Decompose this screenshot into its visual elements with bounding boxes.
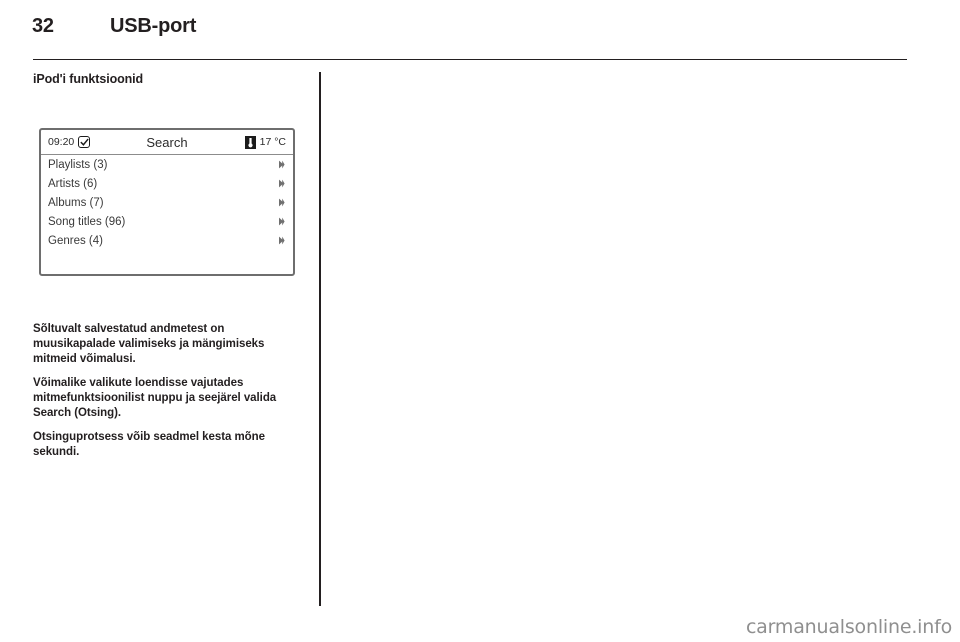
section-heading: iPod'i funktsioonid bbox=[33, 72, 144, 86]
menu-item-label: Genres (4) bbox=[48, 234, 103, 247]
body-paragraph-2: Võimalike valikute loendisse vajutades m… bbox=[33, 377, 277, 419]
body-paragraph-1: Sõltuvalt salvestatud andmetest on muusi… bbox=[33, 323, 265, 365]
column-divider bbox=[319, 72, 321, 606]
page-number: 32 bbox=[32, 15, 54, 37]
body-paragraph-3: Otsinguprotsess võib seadmel kesta mõne … bbox=[33, 431, 265, 458]
menu-item-label: Song titles (96) bbox=[48, 215, 126, 228]
chevron-right-icon bbox=[278, 179, 285, 188]
chevron-right-icon bbox=[278, 217, 285, 226]
device-status-bar: 09:20 Search 17 °C bbox=[41, 130, 293, 155]
page-header: 32 USB-port bbox=[0, 0, 960, 60]
chevron-right-icon bbox=[278, 160, 285, 169]
left-column: iPod'i funktsioonid 09:20 Search 17 °C P… bbox=[33, 72, 301, 460]
menu-item-label: Playlists (3) bbox=[48, 158, 108, 171]
status-time: 09:20 bbox=[48, 136, 75, 148]
menu-item-label: Albums (7) bbox=[48, 196, 104, 209]
status-temperature: 17 °C bbox=[259, 136, 286, 148]
status-bar-left: 09:20 bbox=[48, 136, 91, 148]
chevron-right-icon bbox=[278, 198, 285, 207]
list-item[interactable]: Song titles (96) bbox=[41, 212, 293, 231]
clock-check-icon bbox=[78, 136, 91, 148]
device-screenshot-illustration: 09:20 Search 17 °C Playlists (3) Artists… bbox=[33, 96, 301, 308]
device-menu-list: Playlists (3) Artists (6) Albums (7) Son… bbox=[41, 155, 293, 250]
list-item[interactable]: Artists (6) bbox=[41, 174, 293, 193]
device-screen: 09:20 Search 17 °C Playlists (3) Artists… bbox=[39, 128, 295, 276]
chevron-right-icon bbox=[278, 236, 285, 245]
watermark: carmanualsonline.info bbox=[745, 616, 952, 638]
status-bar-right: 17 °C bbox=[244, 135, 286, 149]
header-divider bbox=[33, 59, 907, 60]
chapter-title: USB-port bbox=[110, 15, 197, 37]
list-item[interactable]: Playlists (3) bbox=[41, 155, 293, 174]
list-item[interactable]: Albums (7) bbox=[41, 193, 293, 212]
list-item[interactable]: Genres (4) bbox=[41, 231, 293, 250]
thermometer-icon bbox=[244, 135, 256, 149]
menu-item-label: Artists (6) bbox=[48, 177, 98, 190]
